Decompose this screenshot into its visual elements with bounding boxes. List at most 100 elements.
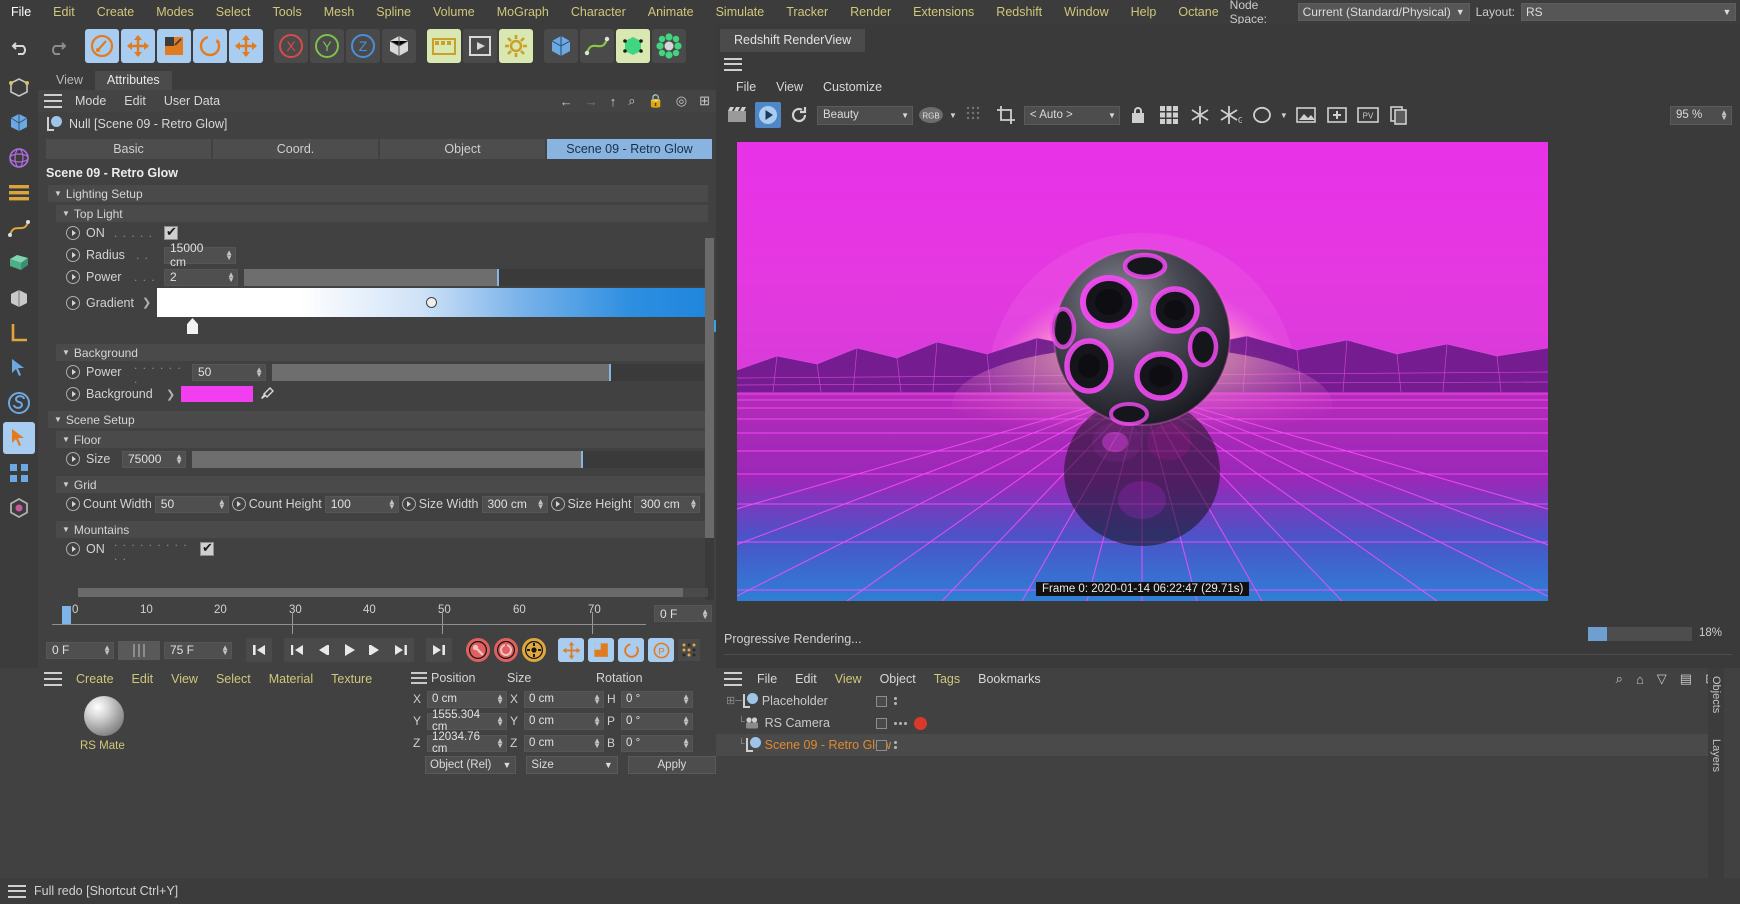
list-item[interactable]: ⊞─ Placeholder	[716, 690, 1724, 712]
move-axis-button[interactable]	[229, 29, 263, 63]
animate-track-icon[interactable]	[66, 452, 80, 466]
rv-menu-customize[interactable]: Customize	[813, 80, 892, 94]
make-editable-icon[interactable]	[3, 72, 35, 104]
input-position-x[interactable]: 0 cm ▲ ▼	[427, 690, 507, 708]
move-mode-button[interactable]	[558, 638, 584, 662]
menu-character[interactable]: Character	[560, 0, 637, 24]
stepper-icon[interactable]: ▲ ▼	[221, 249, 233, 262]
ptab-basic[interactable]: Basic	[46, 139, 211, 159]
slider-top-light-power[interactable]	[244, 268, 704, 286]
ptab-object[interactable]: Object	[380, 139, 545, 159]
animate-track-icon[interactable]	[66, 270, 80, 284]
stepper-icon[interactable]: ▲ ▼	[99, 644, 111, 657]
stepper-icon[interactable]: ▲ ▼	[678, 737, 690, 750]
group-lighting-setup[interactable]: ▼ Lighting Setup	[48, 185, 708, 202]
menu-create[interactable]: Create	[86, 0, 146, 24]
menu-modes[interactable]: Modes	[145, 0, 205, 24]
cube-primitive-icon[interactable]	[3, 107, 35, 139]
spline-pen-icon[interactable]	[3, 212, 35, 244]
input-rotation-p[interactable]: 0 ° ▲ ▼	[621, 712, 693, 730]
up-arrow-icon[interactable]: ↑	[610, 94, 617, 109]
checkbox-top-light-on[interactable]	[164, 224, 178, 240]
move-axis-mode-icon[interactable]	[3, 422, 35, 454]
material-menu-view[interactable]: View	[162, 672, 207, 686]
aspect-ratio-select[interactable]: < Auto > ▼	[1023, 105, 1120, 125]
tag-dots-icon[interactable]	[894, 721, 907, 725]
obj-menu-object[interactable]: Object	[871, 672, 925, 686]
snap-icon[interactable]	[3, 352, 35, 384]
input-radius[interactable]: 15000 cm ▲ ▼	[164, 241, 236, 269]
input-position-z[interactable]: 12034.76 cm ▲ ▼	[427, 731, 507, 755]
checkbox-mountains-on[interactable]	[200, 540, 214, 556]
dot-grid-icon[interactable]	[678, 639, 700, 661]
add-cube-button[interactable]	[544, 29, 578, 63]
input-rotation-b[interactable]: 0 ° ▲ ▼	[621, 734, 693, 752]
render-canvas[interactable]: Frame 0: 2020-01-14 06:22:47 (29.71s)	[737, 142, 1548, 601]
copy-icon[interactable]	[1386, 102, 1412, 128]
material-menu-texture[interactable]: Texture	[322, 672, 381, 686]
stepper-icon[interactable]: ▲ ▼	[1716, 109, 1728, 122]
input-size-y[interactable]: 0 cm ▲ ▼	[524, 712, 604, 730]
layers-icon[interactable]: ▤	[1680, 671, 1692, 687]
animate-track-icon[interactable]	[401, 497, 416, 511]
visibility-editor-dot[interactable]	[876, 739, 887, 751]
apply-button[interactable]: Apply	[627, 756, 716, 774]
denoise-grid-icon[interactable]	[1156, 102, 1182, 128]
attribute-horizontal-scrollbar[interactable]	[78, 588, 708, 597]
next-frame-button[interactable]	[362, 638, 388, 662]
hamburger-icon[interactable]	[724, 57, 742, 71]
animate-track-icon[interactable]	[66, 296, 80, 310]
menu-volume[interactable]: Volume	[422, 0, 486, 24]
clapper-icon[interactable]	[724, 102, 750, 128]
material-thumbnail[interactable]	[84, 696, 124, 736]
stepper-icon[interactable]: ▲ ▼	[589, 737, 601, 750]
play-button[interactable]	[336, 638, 362, 662]
rotate-mode-button[interactable]	[618, 638, 644, 662]
obj-menu-edit[interactable]: Edit	[786, 672, 826, 686]
node-space-select[interactable]: Current (Standard/Physical) ▼	[1297, 3, 1470, 21]
render-settings-button[interactable]	[499, 29, 533, 63]
tab-view[interactable]: View	[44, 71, 95, 90]
list-item[interactable]: └ RS Camera	[716, 712, 1724, 734]
go-to-end-button[interactable]	[426, 638, 452, 662]
sphere-primitive-icon[interactable]	[3, 142, 35, 174]
ptab-scene09[interactable]: Scene 09 - Retro Glow	[547, 139, 712, 159]
animate-track-icon[interactable]	[66, 248, 80, 262]
timeline-ruler[interactable]: 0 10 20 30 40 50 60 70	[52, 604, 646, 634]
menu-simulate[interactable]: Simulate	[705, 0, 776, 24]
input-size-width[interactable]: 300 cm ▲ ▼	[481, 495, 548, 513]
input-size-height[interactable]: 300 cm ▲ ▼	[634, 495, 701, 513]
hamburger-icon[interactable]	[8, 884, 26, 898]
boole-icon[interactable]	[3, 282, 35, 314]
input-rotation-h[interactable]: 0 ° ▲ ▼	[621, 690, 693, 708]
add-deformer-button[interactable]	[652, 29, 686, 63]
attr-menu-mode[interactable]: Mode	[66, 94, 115, 108]
stepper-icon[interactable]: ▲ ▼	[697, 607, 709, 620]
move-tool-button[interactable]	[121, 29, 155, 63]
list-item[interactable]: └ Scene 09 - Retro Glow	[716, 734, 1724, 756]
add-generator-button[interactable]	[616, 29, 650, 63]
attribute-vertical-scrollbar[interactable]	[705, 238, 714, 648]
pin-icon[interactable]: ⊞	[699, 93, 710, 109]
hamburger-icon[interactable]	[411, 672, 427, 684]
hamburger-icon[interactable]	[44, 672, 62, 686]
extrude-icon[interactable]	[3, 247, 35, 279]
group-scene-setup[interactable]: ▼ Scene Setup	[48, 411, 708, 428]
menu-mesh[interactable]: Mesh	[313, 0, 366, 24]
obj-menu-bookmarks[interactable]: Bookmarks	[969, 672, 1050, 686]
tag-dots-icon[interactable]	[894, 741, 897, 749]
attr-menu-userdata[interactable]: User Data	[155, 94, 229, 108]
record-key-button[interactable]	[466, 638, 490, 662]
slider-background-power[interactable]	[272, 363, 704, 381]
redshift-camera-tag-icon[interactable]	[914, 716, 927, 730]
stepper-icon[interactable]: ▲ ▼	[171, 453, 183, 466]
stepper-icon[interactable]: ▲ ▼	[589, 693, 601, 706]
obj-menu-tags[interactable]: Tags	[925, 672, 969, 686]
rotate-tool-button[interactable]	[193, 29, 227, 63]
input-top-light-power[interactable]: 2 ▲ ▼	[164, 268, 238, 286]
menu-tools[interactable]: Tools	[262, 0, 313, 24]
menu-redshift[interactable]: Redshift	[985, 0, 1053, 24]
previous-frame-button[interactable]	[310, 638, 336, 662]
menu-extensions[interactable]: Extensions	[902, 0, 985, 24]
tag-dots-icon[interactable]	[894, 697, 897, 705]
